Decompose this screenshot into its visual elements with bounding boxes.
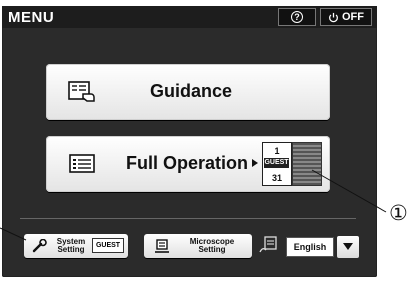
callout-label: ①	[389, 201, 408, 225]
system-setting-label: System Setting	[56, 237, 86, 254]
divider	[20, 218, 356, 219]
guidance-button[interactable]: Guidance	[46, 64, 330, 120]
language-select[interactable]: English	[286, 237, 334, 257]
dropdown-arrow-icon	[343, 243, 353, 250]
menu-screen: MENU ? OFF Guidance Full Operation 1 GUE…	[2, 6, 377, 277]
full-operation-label: Full Operation	[126, 153, 249, 173]
guidance-label: Guidance	[150, 81, 233, 101]
power-off-button[interactable]: OFF	[320, 8, 372, 26]
guide-book-icon	[68, 81, 95, 102]
user-list-stripes	[292, 142, 322, 186]
user-number-top: 1	[274, 146, 280, 156]
wrench-icon	[32, 239, 47, 253]
full-operation-button[interactable]: Full Operation 1 GUEST 31	[46, 136, 330, 192]
system-setting-user: GUEST	[92, 238, 124, 253]
list-icon	[69, 154, 95, 173]
microscope-setting-button[interactable]: Microscope Setting	[144, 234, 252, 258]
microscope-setting-label: Microscope Setting	[189, 237, 235, 254]
off-label: OFF	[342, 11, 364, 23]
user-number-bottom: 31	[271, 173, 282, 183]
pointer-arrow-icon	[252, 159, 258, 167]
page-title: MENU	[8, 9, 55, 26]
user-name: GUEST	[264, 158, 289, 168]
language-dropdown-button[interactable]	[337, 236, 359, 258]
user-indicator: 1 GUEST 31	[262, 142, 324, 188]
system-setting-button[interactable]: System Setting GUEST	[24, 234, 128, 258]
power-icon	[329, 12, 338, 22]
help-button[interactable]: ?	[278, 8, 316, 26]
note-language-icon	[259, 236, 277, 253]
user-tab: 1 GUEST 31	[262, 142, 292, 186]
top-bar: MENU ? OFF	[2, 6, 377, 28]
help-icon: ?	[291, 11, 303, 23]
microscope-icon	[155, 239, 169, 253]
